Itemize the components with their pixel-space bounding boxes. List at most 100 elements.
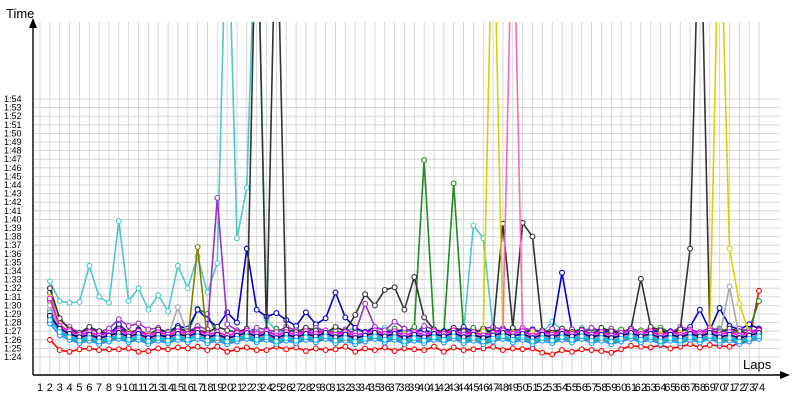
- lap-time-line-chart: Time Laps 1:241:251:261:271:281:291:301:…: [4, 6, 790, 394]
- data-point: [86, 323, 93, 330]
- data-point: [322, 333, 329, 340]
- data-point: [76, 299, 83, 305]
- data-point: [391, 348, 398, 354]
- data-point: [450, 344, 457, 351]
- data-point: [46, 285, 53, 292]
- data-point: [509, 324, 516, 331]
- data-point: [224, 321, 231, 328]
- data-point: [618, 346, 625, 353]
- y-tick-label: 1:40: [4, 214, 22, 224]
- y-tick-label: 1:32: [4, 283, 22, 293]
- data-point: [194, 333, 201, 340]
- data-point: [637, 336, 644, 343]
- data-point: [145, 306, 152, 313]
- data-point: [184, 285, 191, 292]
- data-point: [243, 344, 250, 351]
- data-point: [96, 347, 103, 354]
- y-tick-label: 1:28: [4, 318, 22, 328]
- data-point: [598, 348, 605, 354]
- data-point: [470, 222, 477, 229]
- data-point: [499, 333, 506, 340]
- y-tick-label: 1:37: [4, 240, 22, 250]
- data-point: [549, 337, 556, 344]
- y-tick-label: 1:27: [4, 326, 22, 336]
- y-tick-labels: 1:241:251:261:271:281:291:301:311:321:33…: [4, 94, 22, 362]
- data-point: [647, 334, 654, 341]
- data-point: [490, 343, 497, 350]
- x-tick-label: 8: [106, 382, 112, 394]
- data-point: [66, 348, 73, 355]
- data-point: [214, 343, 221, 350]
- data-point: [559, 334, 565, 341]
- data-point: [86, 345, 93, 352]
- data-point: [352, 348, 359, 355]
- data-point: [421, 323, 428, 329]
- data-point: [224, 327, 231, 334]
- data-point: [726, 343, 733, 350]
- data-point: [480, 338, 487, 345]
- y-tick-label: 1:25: [4, 343, 22, 353]
- data-point: [647, 344, 654, 351]
- data-point: [66, 299, 73, 306]
- data-point: [56, 329, 63, 336]
- data-point: [145, 338, 152, 345]
- y-tick-label: 1:44: [4, 180, 22, 190]
- data-point: [273, 310, 280, 317]
- data-point: [253, 306, 260, 313]
- x-tick-label: 4: [66, 382, 72, 394]
- data-point: [411, 346, 418, 353]
- data-point: [539, 335, 546, 342]
- data-point: [253, 324, 260, 331]
- chart-grid: [33, 22, 780, 375]
- x-tick-label: 74: [753, 382, 765, 394]
- data-point: [470, 335, 477, 342]
- data-point: [56, 347, 63, 354]
- data-point: [371, 333, 378, 340]
- y-tick-label: 1:43: [4, 189, 22, 199]
- y-axis-title: Time: [6, 6, 34, 21]
- y-tick-label: 1:30: [4, 300, 22, 310]
- y-tick-label: 1:45: [4, 171, 22, 181]
- data-point: [342, 335, 349, 342]
- data-point: [746, 335, 753, 342]
- data-point: [253, 347, 260, 354]
- data-point: [145, 348, 152, 354]
- data-point: [194, 343, 201, 350]
- data-point: [628, 333, 634, 340]
- data-point: [214, 194, 221, 201]
- data-point: [519, 334, 526, 341]
- data-point: [696, 344, 703, 351]
- y-tick-label: 1:53: [4, 103, 22, 113]
- data-point: [460, 347, 467, 354]
- data-point: [440, 348, 447, 355]
- data-point: [46, 336, 53, 343]
- data-point: [115, 316, 122, 323]
- data-point: [706, 342, 713, 348]
- data-point: [125, 345, 132, 352]
- data-point: [135, 348, 142, 355]
- y-tick-label: 1:29: [4, 309, 22, 319]
- data-point: [736, 338, 743, 345]
- data-point: [736, 300, 743, 307]
- y-tick-label: 1:38: [4, 232, 22, 242]
- data-point: [135, 320, 142, 327]
- y-tick-label: 1:24: [4, 352, 22, 362]
- data-point: [302, 348, 309, 354]
- data-point: [155, 345, 162, 352]
- y-tick-label: 1:35: [4, 257, 22, 267]
- x-tick-labels: 1 2 3 4 5 6 7 8 9 1011121314151617181920212223242…: [37, 382, 765, 394]
- data-point: [588, 347, 595, 354]
- y-tick-label: 1:47: [4, 154, 22, 164]
- data-point: [96, 338, 103, 345]
- data-point: [214, 260, 221, 267]
- y-tick-label: 1:34: [4, 266, 22, 276]
- data-point: [155, 292, 162, 299]
- data-point: [115, 346, 122, 353]
- data-point: [106, 335, 112, 342]
- data-point: [204, 347, 211, 354]
- data-point: [155, 335, 162, 342]
- data-point: [578, 346, 585, 353]
- x-tick-label: 3: [57, 382, 63, 394]
- data-point: [460, 337, 467, 344]
- data-point: [342, 343, 349, 350]
